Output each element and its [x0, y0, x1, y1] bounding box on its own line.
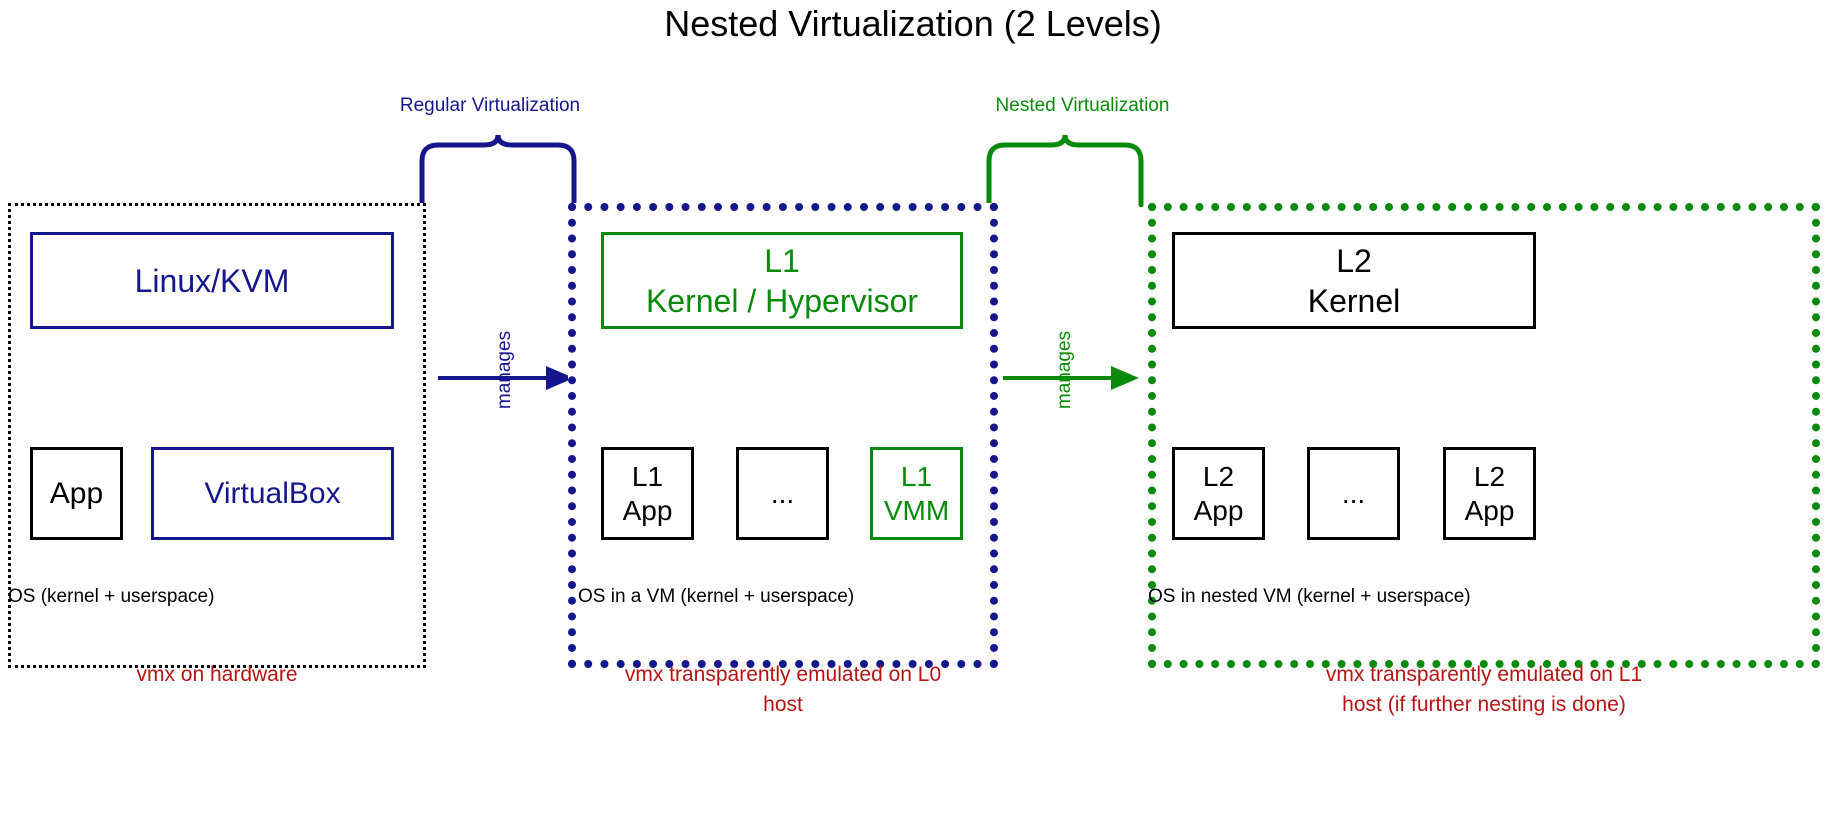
- box-l1-vmm-line-1: L1: [900, 460, 933, 492]
- bracket-curve-nested: [986, 135, 1144, 207]
- box-l2-app-left-line-2: App: [1193, 494, 1244, 526]
- box-l1-kernel-hypervisor-line-2: Kernel / Hypervisor: [645, 282, 919, 319]
- bracket-label-regular-virtualization: Regular Virtualization: [399, 95, 581, 116]
- box-l2-kernel[interactable]: L2 Kernel: [1172, 232, 1536, 329]
- bracket-curve-regular: [419, 135, 577, 207]
- note-vmx-l0: vmx transparently emulated on L0 host: [568, 660, 998, 720]
- diagram-canvas: Nested Virtualization (2 Levels) Regular…: [0, 0, 1826, 819]
- box-virtualbox[interactable]: VirtualBox: [151, 447, 394, 540]
- box-virtualbox-line-1: VirtualBox: [204, 476, 341, 510]
- note-vmx-l0-line-1: vmx transparently emulated on L0: [624, 663, 942, 686]
- box-l1-kernel-hypervisor-line-1: L1: [764, 242, 800, 279]
- box-l2-ellipsis[interactable]: ...: [1307, 447, 1400, 540]
- box-app-line-1: App: [49, 476, 104, 510]
- caption-l2: OS in nested VM (kernel + userspace): [1148, 586, 1471, 607]
- box-l1-vmm[interactable]: L1 VMM: [870, 447, 963, 540]
- box-l2-app-left-line-1: L2: [1202, 460, 1235, 492]
- box-app[interactable]: App: [30, 447, 123, 540]
- bracket-label-nested-virtualization: Nested Virtualization: [995, 95, 1170, 116]
- arrow-label-manages-regular: manages: [494, 330, 515, 410]
- box-l1-kernel-hypervisor[interactable]: L1 Kernel / Hypervisor: [601, 232, 963, 329]
- box-l2-app-right-line-2: App: [1464, 494, 1515, 526]
- note-vmx-l1: vmx transparently emulated on L1 host (i…: [1148, 660, 1820, 720]
- box-linux-kvm[interactable]: Linux/KVM: [30, 232, 394, 329]
- caption-l0: OS (kernel + userspace): [8, 586, 215, 607]
- box-l2-app-right-line-1: L2: [1473, 460, 1506, 492]
- page-title: Nested Virtualization (2 Levels): [664, 3, 1162, 44]
- box-l2-app-right[interactable]: L2 App: [1443, 447, 1536, 540]
- box-linux-kvm-line-1: Linux/KVM: [134, 262, 290, 299]
- box-l2-ellipsis-line-1: ...: [1341, 477, 1366, 509]
- note-vmx-l1-line-2: host (if further nesting is done): [1342, 693, 1626, 716]
- note-vmx-l0-line-2: host: [763, 693, 803, 716]
- box-l2-kernel-line-2: Kernel: [1307, 282, 1401, 319]
- box-l2-app-left[interactable]: L2 App: [1172, 447, 1265, 540]
- box-l1-ellipsis[interactable]: ...: [736, 447, 829, 540]
- box-l1-ellipsis-line-1: ...: [770, 477, 795, 509]
- note-vmx-hardware-line-1: vmx on hardware: [136, 663, 298, 686]
- note-vmx-l1-line-1: vmx transparently emulated on L1: [1325, 663, 1643, 686]
- arrow-label-manages-nested: manages: [1054, 330, 1075, 410]
- box-l1-app-line-2: App: [622, 494, 673, 526]
- box-l1-app-line-1: L1: [631, 460, 664, 492]
- box-l1-vmm-line-2: VMM: [883, 494, 950, 526]
- box-l2-kernel-line-1: L2: [1336, 242, 1372, 279]
- caption-l1: OS in a VM (kernel + userspace): [578, 586, 855, 607]
- box-l1-app[interactable]: L1 App: [601, 447, 694, 540]
- note-vmx-hardware: vmx on hardware: [8, 660, 426, 690]
